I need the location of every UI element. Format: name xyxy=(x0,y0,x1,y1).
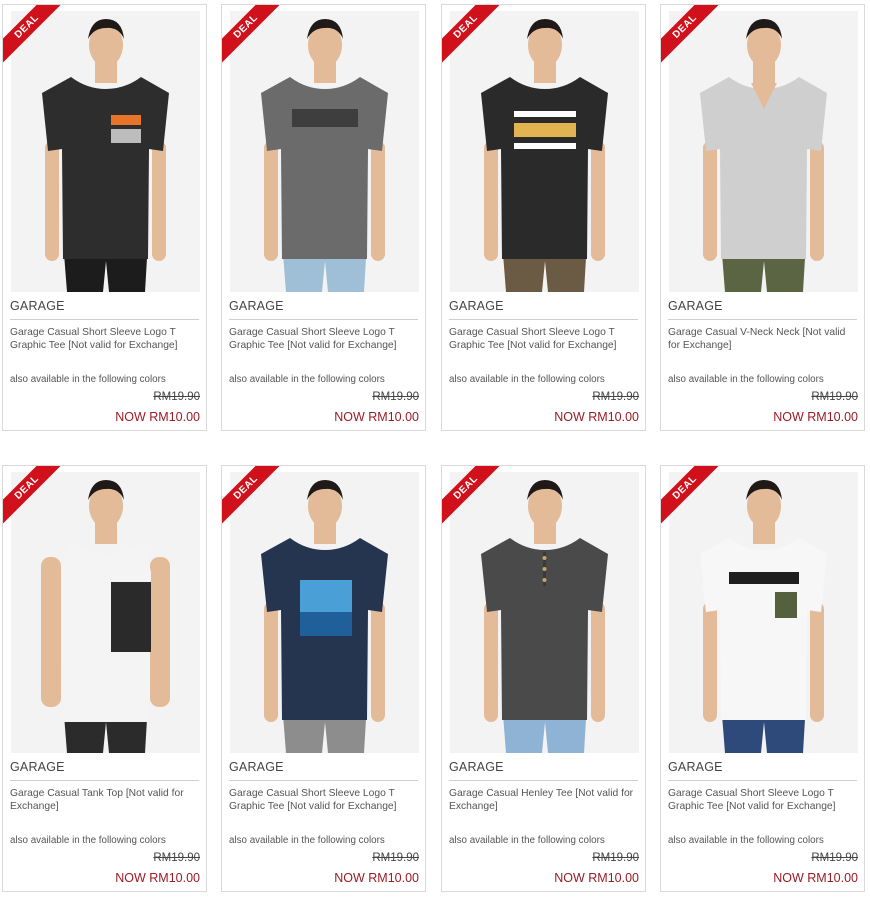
sale-price: NOW RM10.00 xyxy=(334,871,419,885)
sale-price: NOW RM10.00 xyxy=(554,871,639,885)
deal-badge: DEAL xyxy=(3,466,65,528)
product-card[interactable]: DEAL GARAGE Garage Casual Tank Top [Not … xyxy=(2,465,207,892)
product-name[interactable]: Garage Casual Short Sleeve Logo T Graphi… xyxy=(229,327,417,352)
color-availability-note: also available in the following colors xyxy=(449,835,605,846)
deal-badge: DEAL xyxy=(222,466,284,528)
original-price: RM19.90 xyxy=(811,391,858,403)
product-brand[interactable]: GARAGE xyxy=(229,760,284,774)
original-price: RM19.90 xyxy=(372,391,419,403)
color-availability-note: also available in the following colors xyxy=(668,374,824,385)
product-name[interactable]: Garage Casual Short Sleeve Logo T Graphi… xyxy=(668,788,856,813)
product-card[interactable]: DEAL GARAGE Garage Casual Short Sleeve L… xyxy=(221,465,426,892)
color-availability-note: also available in the following colors xyxy=(668,835,824,846)
product-card[interactable]: DEAL GARAGE Garage Casual Short Sleeve L… xyxy=(221,4,426,431)
sale-price: NOW RM10.00 xyxy=(773,410,858,424)
divider xyxy=(449,780,638,781)
divider xyxy=(229,780,418,781)
product-card[interactable]: DEAL GARAGE Garage Casual Henley Tee [No… xyxy=(441,465,646,892)
sale-price: NOW RM10.00 xyxy=(773,871,858,885)
divider xyxy=(449,319,638,320)
divider xyxy=(668,780,857,781)
original-price: RM19.90 xyxy=(811,852,858,864)
sale-price: NOW RM10.00 xyxy=(554,410,639,424)
deal-badge: DEAL xyxy=(222,5,284,67)
product-card[interactable]: DEAL GARAGE Garage Casual Short Sleeve L… xyxy=(441,4,646,431)
sale-price: NOW RM10.00 xyxy=(334,410,419,424)
deal-badge: DEAL xyxy=(3,5,65,67)
divider xyxy=(10,780,199,781)
divider xyxy=(10,319,199,320)
original-price: RM19.90 xyxy=(592,852,639,864)
color-availability-note: also available in the following colors xyxy=(10,835,166,846)
sale-price: NOW RM10.00 xyxy=(115,871,200,885)
deal-badge: DEAL xyxy=(442,5,504,67)
product-name[interactable]: Garage Casual V-Neck Neck [Not valid for… xyxy=(668,327,856,352)
product-brand[interactable]: GARAGE xyxy=(10,299,65,313)
divider xyxy=(229,319,418,320)
product-card[interactable]: DEAL GARAGE Garage Casual V-Neck Neck [N… xyxy=(660,4,865,431)
deal-badge: DEAL xyxy=(442,466,504,528)
product-name[interactable]: Garage Casual Short Sleeve Logo T Graphi… xyxy=(449,327,637,352)
product-card[interactable]: DEAL GARAGE Garage Casual Short Sleeve L… xyxy=(2,4,207,431)
product-name[interactable]: Garage Casual Short Sleeve Logo T Graphi… xyxy=(10,327,198,352)
product-brand[interactable]: GARAGE xyxy=(10,760,65,774)
divider xyxy=(668,319,857,320)
original-price: RM19.90 xyxy=(372,852,419,864)
deal-badge: DEAL xyxy=(661,5,723,67)
color-availability-note: also available in the following colors xyxy=(10,374,166,385)
product-brand[interactable]: GARAGE xyxy=(449,760,504,774)
original-price: RM19.90 xyxy=(153,391,200,403)
product-brand[interactable]: GARAGE xyxy=(668,760,723,774)
product-name[interactable]: Garage Casual Short Sleeve Logo T Graphi… xyxy=(229,788,417,813)
product-name[interactable]: Garage Casual Tank Top [Not valid for Ex… xyxy=(10,788,198,813)
color-availability-note: also available in the following colors xyxy=(449,374,605,385)
sale-price: NOW RM10.00 xyxy=(115,410,200,424)
product-brand[interactable]: GARAGE xyxy=(229,299,284,313)
color-availability-note: also available in the following colors xyxy=(229,835,385,846)
product-card[interactable]: DEAL GARAGE Garage Casual Short Sleeve L… xyxy=(660,465,865,892)
product-name[interactable]: Garage Casual Henley Tee [Not valid for … xyxy=(449,788,637,813)
deal-badge: DEAL xyxy=(661,466,723,528)
original-price: RM19.90 xyxy=(153,852,200,864)
color-availability-note: also available in the following colors xyxy=(229,374,385,385)
product-brand[interactable]: GARAGE xyxy=(449,299,504,313)
product-brand[interactable]: GARAGE xyxy=(668,299,723,313)
original-price: RM19.90 xyxy=(592,391,639,403)
